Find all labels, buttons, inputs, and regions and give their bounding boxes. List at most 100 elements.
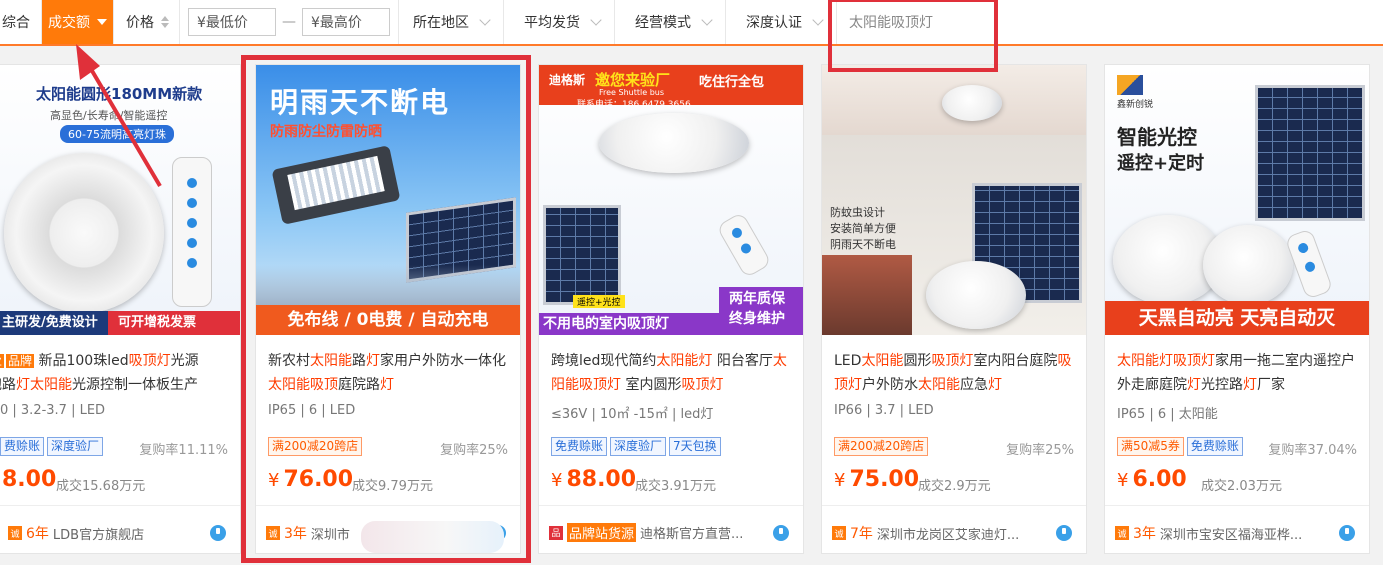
min-price-input[interactable]: ¥最低价 xyxy=(188,8,276,36)
ceiling-lamp-image xyxy=(599,113,749,173)
divider xyxy=(0,505,240,506)
sort-comprehensive[interactable]: 综合 xyxy=(0,0,42,44)
product-title[interactable]: 跨境led现代简约太阳能灯 阳台客厅太阳能吸顶灯 室内圆形吸顶灯 xyxy=(551,349,795,397)
product-image[interactable]: 防蚊虫设计 安装简单方便 阴雨天不断电 xyxy=(822,65,1086,335)
image-subline: 遥控+定时 xyxy=(1117,153,1205,174)
tag: 免费赊账 xyxy=(551,437,608,456)
product-tags: 费赊账 深度验厂 xyxy=(0,437,104,456)
dome-lamp-image xyxy=(926,261,1026,329)
ceiling-lamp-image xyxy=(942,85,1002,121)
search-area: 太阳能吸顶灯 xyxy=(837,0,1383,44)
image-banner: 免布线 / 0电费 / 自动充电 xyxy=(256,305,520,335)
shop-name[interactable]: 深圳市 xyxy=(311,524,350,543)
product-spec: IP65 | 6 | 太阳能 xyxy=(1117,407,1218,422)
rebuy-rate: 复购率25% xyxy=(440,443,508,458)
shop-name[interactable]: 深圳市龙岗区艾家迪灯... xyxy=(877,524,1019,543)
deal-amount: 成交3.91万元 xyxy=(635,479,716,494)
sort-by-price[interactable]: 价格 xyxy=(114,0,180,44)
product-image[interactable]: 迪格斯 邀您来验厂 吃住行全包 Free Shuttle bus 联系电话：18… xyxy=(539,65,803,335)
product-price: ¥75.00 xyxy=(834,467,920,492)
shop-name[interactable]: 迪格斯官方直营... xyxy=(640,523,743,542)
product-price: ¥88.00 xyxy=(551,467,637,492)
led-board-image xyxy=(4,153,164,313)
chevron-down-icon xyxy=(479,14,491,26)
product-image[interactable]: 明雨天不断电 防雨防尘防雷防晒 免布线 / 0电费 / 自动充电 xyxy=(256,65,520,335)
product-title[interactable]: 业品牌 新品100珠led吸顶灯光源 泡路灯太阳能光源控制一体板生产 xyxy=(0,349,232,397)
chat-icon[interactable] xyxy=(1056,525,1072,541)
sort-by-turnover[interactable]: 成交额 xyxy=(42,0,114,44)
tag: 免费赊账 xyxy=(1186,437,1243,456)
chat-icon[interactable] xyxy=(773,525,789,541)
product-spec: 0 | 3.2-3.7 | LED xyxy=(0,403,106,418)
tag: 7天包换 xyxy=(669,437,721,456)
chat-icon[interactable] xyxy=(210,525,226,541)
filter-region[interactable]: 所在地区 xyxy=(399,0,504,44)
brand-name: 迪格斯 xyxy=(549,73,586,87)
search-input[interactable]: 太阳能吸顶灯 xyxy=(849,7,1369,37)
badge: 业 xyxy=(0,354,5,368)
ceiling-lamp-image xyxy=(1203,225,1293,305)
image-subline: 防雨防尘防雷防晒 xyxy=(270,124,382,140)
shop-info[interactable]: 诚 7年 深圳市龙岗区艾家迪灯... xyxy=(832,523,1019,543)
product-title[interactable]: 太阳能灯吸顶灯家用一拖二室内遥控户外走廊庭院灯光控路灯厂家 xyxy=(1117,349,1361,397)
product-card[interactable]: 防蚊虫设计 安装简单方便 阴雨天不断电 LED太阳能圆形吸顶灯室内阳台庭院吸顶灯… xyxy=(821,64,1087,554)
product-title[interactable]: LED太阳能圆形吸顶灯室内阳台庭院吸顶灯户外防水太阳能应急灯 xyxy=(834,349,1078,397)
warranty-text: 两年质保 xyxy=(729,291,785,307)
filter-deep-cert[interactable]: 深度认证 xyxy=(726,0,837,44)
product-card[interactable]: 明雨天不断电 防雨防尘防雷防晒 免布线 / 0电费 / 自动充电 新农村太阳能路… xyxy=(255,64,521,554)
tag: 费赊账 xyxy=(0,437,45,456)
tag: 满50减5券 xyxy=(1117,437,1184,456)
image-headline-2: 吃住行全包 xyxy=(699,75,765,90)
shop-info[interactable]: 诚 3年 深圳市宝安区福海亚桦... xyxy=(1115,523,1302,543)
chevron-down-icon xyxy=(812,14,824,26)
rebuy-rate: 复购率11.11% xyxy=(139,443,228,458)
trust-icon: 诚 xyxy=(266,526,280,540)
product-tags: 满200减20跨店 xyxy=(268,437,363,456)
badge-brand: 品牌 xyxy=(6,354,35,368)
product-title[interactable]: 新农村太阳能路灯家用户外防水一体化太阳能吸顶庭院路灯 xyxy=(268,349,512,397)
product-price: ¥6.00 xyxy=(1117,467,1187,492)
solar-panel-image xyxy=(543,205,621,305)
tag: 满200减20跨店 xyxy=(834,437,929,456)
divider xyxy=(1105,505,1369,506)
shop-name[interactable]: LDB官方旗舰店 xyxy=(53,524,144,543)
brand-logo-icon xyxy=(1117,75,1143,95)
product-tags: 满50减5券 免费赊账 xyxy=(1117,437,1243,456)
product-image[interactable]: 太阳能圆形180MM新款 高显色/长寿命/智能遥控 60-75流明高亮灯珠 主研… xyxy=(0,65,240,335)
divider xyxy=(256,505,520,506)
divider xyxy=(539,505,803,506)
image-footer-right: 可开增税发票 xyxy=(108,311,240,335)
solar-panel-image xyxy=(1255,85,1365,221)
tag: 深度验厂 xyxy=(610,437,667,456)
chat-icon[interactable] xyxy=(1339,525,1355,541)
feature-1: 防蚊虫设计 xyxy=(830,206,885,219)
image-headline: 智能光控 xyxy=(1117,125,1197,149)
product-spec: ≤36V | 10㎡ -15㎡ | led灯 xyxy=(551,407,714,422)
image-subline: 高显色/长寿命/智能遥控 xyxy=(50,109,168,122)
feature-2: 安装简单方便 xyxy=(830,222,896,235)
price-separator: — xyxy=(282,14,296,30)
product-card[interactable]: 鑫新创锐 智能光控 遥控+定时 天黑自动亮 天亮自动灭 太阳能灯吸顶灯家用一拖二… xyxy=(1104,64,1370,554)
product-card[interactable]: 迪格斯 邀您来验厂 吃住行全包 Free Shuttle bus 联系电话：18… xyxy=(538,64,804,554)
product-price: ¥76.00 xyxy=(268,467,354,492)
deal-amount: 成交2.03万元 xyxy=(1201,479,1282,494)
image-headline: 太阳能圆形180MM新款 xyxy=(36,85,203,103)
product-price: 8.00 xyxy=(2,467,57,492)
sort-arrows-icon xyxy=(161,16,169,28)
image-headline: 明雨天不断电 xyxy=(270,86,451,119)
shop-info[interactable]: 诚 3年 深圳市 xyxy=(266,523,350,543)
product-card[interactable]: 太阳能圆形180MM新款 高显色/长寿命/智能遥控 60-75流明高亮灯珠 主研… xyxy=(0,64,241,554)
product-tags: 免费赊账 深度验厂 7天包换 xyxy=(551,437,721,456)
max-price-input[interactable]: ¥最高价 xyxy=(302,8,390,36)
chevron-down-icon xyxy=(701,14,713,26)
shop-info[interactable]: 诚 6年 LDB官方旗舰店 xyxy=(8,523,144,543)
filter-avg-shipping[interactable]: 平均发货 xyxy=(504,0,615,44)
product-image[interactable]: 鑫新创锐 智能光控 遥控+定时 天黑自动亮 天亮自动灭 xyxy=(1105,65,1369,335)
chevron-down-icon xyxy=(590,14,602,26)
shop-name[interactable]: 深圳市宝安区福海亚桦... xyxy=(1160,524,1302,543)
shop-info[interactable]: 品 品牌站货源 迪格斯官方直营... xyxy=(549,523,743,542)
filter-business-mode[interactable]: 经营模式 xyxy=(615,0,726,44)
tag: 满200减20跨店 xyxy=(268,437,363,456)
image-headline: 邀您来验厂 xyxy=(595,71,671,89)
brand-source-icon: 品 xyxy=(549,525,563,540)
